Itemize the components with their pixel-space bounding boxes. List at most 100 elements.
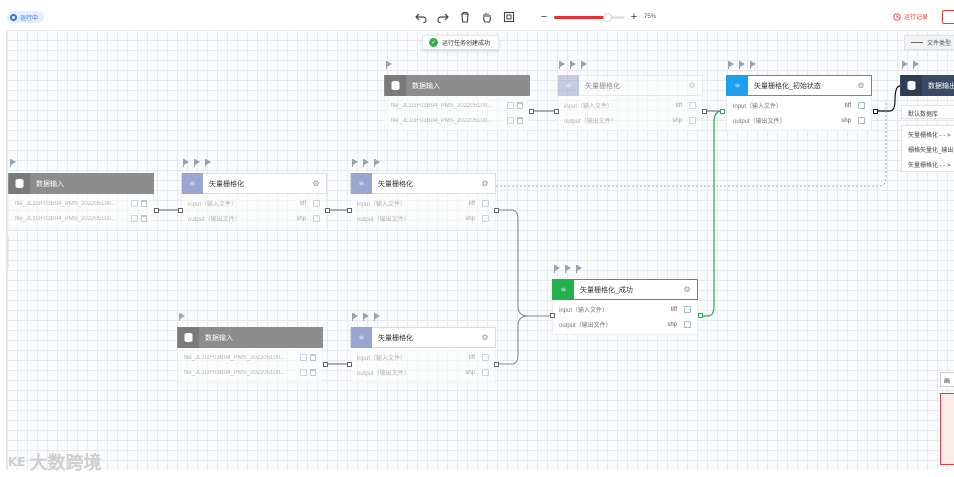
node-io-row: input（输入文件） tiff: [182, 196, 326, 211]
node-data-output[interactable]: 数据输出: [900, 61, 954, 96]
output-port[interactable]: [873, 109, 878, 114]
output-port[interactable]: [698, 313, 703, 318]
toast-message: 运行任务创建成功: [442, 41, 491, 47]
output-item[interactable]: 矢量栅格化 - - >: [902, 156, 954, 171]
preview-icon[interactable]: [482, 200, 489, 207]
node-data-input-top[interactable]: 数据输入 file_JL1GF03B04_PMS_202205100... fi…: [384, 61, 530, 131]
io-label: output（输出文件）: [357, 371, 410, 377]
node-vector-raster-top[interactable]: ⚛ 矢量栅格化 ⚙ input（输入文件） tiff output（输出文件） sh…: [557, 61, 703, 131]
trash-icon[interactable]: [141, 215, 147, 222]
io-type: shp: [296, 215, 306, 222]
file-name: file_JL1GF03B04_PMS_202205100...: [391, 102, 493, 109]
io-label: input（输入文件）: [357, 356, 407, 362]
node-vector-raster-mid2[interactable]: ⚛ 矢量栅格化 ⚙ input（输入文件） tiff output（输出文件） sh…: [350, 159, 496, 229]
io-label: output（输出文件）: [564, 119, 617, 125]
output-port[interactable]: [494, 362, 499, 367]
preview-icon[interactable]: [313, 200, 320, 207]
node-vector-raster-init[interactable]: ⚛ 矢量栅格化_初始状态 ⚙ input（输入文件） tiff output（输出…: [726, 61, 872, 131]
preview-icon[interactable]: [684, 306, 691, 313]
preview-icon[interactable]: [300, 369, 307, 376]
preview-icon[interactable]: [858, 102, 865, 109]
trash-icon[interactable]: [517, 117, 523, 124]
input-port[interactable]: [347, 362, 352, 367]
flag-icon: [179, 313, 186, 321]
flag-icon: [352, 159, 359, 167]
watermark-text: 大数跨境: [29, 453, 102, 474]
output-port[interactable]: [702, 109, 707, 114]
atom-icon: ⚛: [553, 279, 574, 300]
preview-icon[interactable]: [482, 354, 489, 361]
io-label: output（输出文件）: [188, 217, 241, 223]
output-port[interactable]: [325, 208, 330, 213]
search-settings-icon[interactable]: ⚙: [686, 81, 698, 90]
io-label: output（输出文件）: [559, 323, 612, 329]
node-io-row: output（输出文件） shp: [182, 211, 326, 226]
database-icon: [178, 327, 199, 348]
output-port[interactable]: [154, 208, 159, 213]
trash-icon[interactable]: [310, 369, 316, 376]
node-io-row: input（输入文件） tiff: [558, 98, 702, 113]
input-port[interactable]: [554, 109, 559, 114]
gear-icon[interactable]: ⚙: [310, 179, 322, 188]
gear-icon[interactable]: ⚙: [855, 81, 867, 90]
flag-icon: [363, 313, 370, 321]
node-title: 矢量栅格化: [378, 334, 413, 342]
output-item[interactable]: 矢量栅格化 - - >: [902, 126, 954, 141]
preview-icon[interactable]: [300, 354, 307, 361]
flag-icon: [10, 159, 17, 167]
output-item[interactable]: 栅格矢量化_输出: [902, 141, 954, 156]
trash-icon[interactable]: [141, 200, 147, 207]
gear-icon[interactable]: ⚙: [479, 333, 491, 342]
io-type: tiff: [670, 306, 677, 313]
output-port[interactable]: [494, 208, 499, 213]
node-io-row: input（输入文件） tiff: [727, 98, 871, 113]
database-select[interactable]: 默认数据库: [901, 105, 954, 119]
edge: [877, 85, 901, 112]
input-port[interactable]: [178, 208, 183, 213]
input-port[interactable]: [550, 313, 555, 318]
flag-icon: [183, 159, 190, 167]
input-port[interactable]: [347, 208, 352, 213]
io-type: shp: [465, 215, 475, 222]
flag-icon: [194, 159, 201, 167]
atom-icon: ⚛: [351, 173, 372, 194]
preview-icon[interactable]: [858, 117, 865, 124]
trash-icon[interactable]: [310, 354, 316, 361]
preview-icon[interactable]: [482, 215, 489, 222]
node-title: 数据输入: [412, 82, 440, 90]
node-vector-raster-success[interactable]: ⚛ 矢量栅格化_成功 ⚙ input（输入文件） tiff output（输出文件…: [552, 265, 698, 335]
node-data-input-left[interactable]: 数据输入 file_JL1GF03B04_PMS_202205100... fi…: [8, 159, 154, 229]
trash-icon[interactable]: [517, 102, 523, 109]
node-io-row: input（输入文件） tiff: [351, 350, 495, 365]
gear-icon[interactable]: ⚙: [479, 179, 491, 188]
preview-icon[interactable]: [689, 117, 696, 124]
output-port[interactable]: [323, 362, 328, 367]
file-type-legend[interactable]: 文件类型: [904, 35, 954, 50]
io-label: input（输入文件）: [188, 202, 238, 208]
preview-icon[interactable]: [507, 102, 514, 109]
minimap-viewport[interactable]: [940, 393, 954, 465]
node-io-row: output（输出文件） shp: [351, 211, 495, 226]
input-port[interactable]: [720, 109, 725, 114]
minimap-toggle[interactable]: 画: [940, 372, 954, 387]
preview-icon[interactable]: [689, 102, 696, 109]
io-label: input（输入文件）: [357, 202, 407, 208]
preview-icon[interactable]: [482, 369, 489, 376]
preview-icon[interactable]: [313, 215, 320, 222]
output-port[interactable]: [529, 109, 534, 114]
node-vector-raster-bottom[interactable]: ⚛ 矢量栅格化 ⚙ input（输入文件） tiff output（输出文件） sh…: [350, 313, 496, 383]
preview-icon[interactable]: [131, 215, 138, 222]
gear-icon[interactable]: ⚙: [681, 285, 693, 294]
minimap[interactable]: 画: [940, 372, 954, 468]
flag-icon: [374, 159, 381, 167]
file-name: file_JL1GF03B04_PMS_202205100...: [184, 354, 286, 361]
node-vector-raster-mid1[interactable]: ⚛ 矢量栅格化 ⚙ input（输入文件） tiff output（输出文件） sh…: [181, 159, 327, 229]
flag-icon: [352, 313, 359, 321]
flag-icon: [739, 61, 746, 69]
preview-icon[interactable]: [131, 200, 138, 207]
file-name: file_JL1GF03B04_PMS_202205100...: [391, 117, 493, 124]
node-data-input-bottom[interactable]: 数据输入 file_JL1GF03B04_PMS_202205100... fi…: [177, 313, 323, 383]
preview-icon[interactable]: [507, 117, 514, 124]
legend-line-icon: [911, 42, 923, 43]
preview-icon[interactable]: [684, 321, 691, 328]
